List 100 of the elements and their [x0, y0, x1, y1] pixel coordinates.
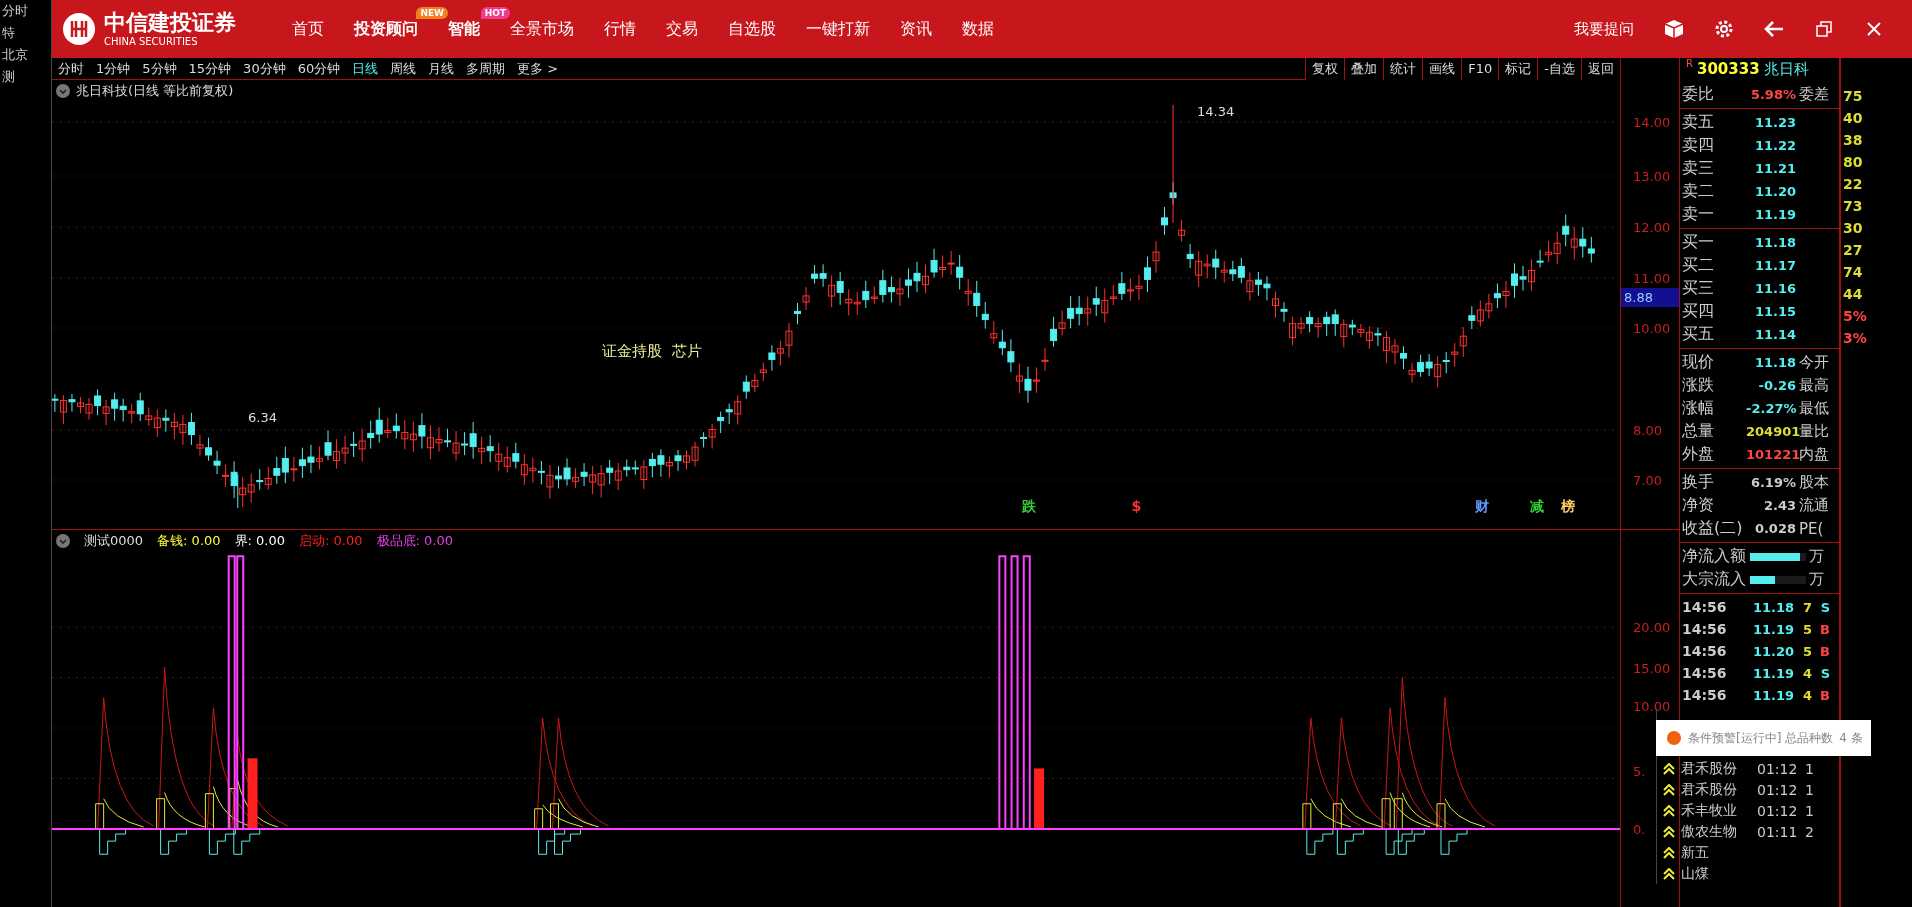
concept-label: 证金持股 — [602, 342, 662, 361]
collapse-icon[interactable] — [56, 84, 70, 98]
nav-link[interactable]: 首页 — [292, 18, 324, 40]
quote-label: 流通 — [1798, 496, 1830, 515]
quote-label: 股本 — [1798, 473, 1830, 492]
flow-label: 净流入额 — [1681, 546, 1747, 567]
order-level-label: 买五 — [1681, 324, 1715, 345]
indicator-name: 测试0000 — [84, 532, 144, 550]
flow-label: 大宗流入 — [1681, 569, 1747, 590]
order-level-label: 卖二 — [1681, 181, 1715, 202]
alert-count-value: 1 — [1805, 802, 1815, 819]
trade-time: 14:56 — [1681, 599, 1728, 615]
trade-side: B — [1819, 643, 1830, 659]
alert-row[interactable]: 傲农生物 01:11 2 — [1657, 821, 1839, 842]
toolbar-button[interactable]: 统计 — [1383, 57, 1423, 80]
background-number: 27 — [1843, 242, 1864, 258]
toolbar-button[interactable]: -自选 — [1537, 57, 1581, 80]
quote-label: 委差 — [1798, 84, 1830, 104]
period-tab[interactable]: 60分钟 — [291, 59, 347, 78]
order-level-label: 卖四 — [1681, 135, 1715, 156]
period-tab[interactable]: 日线 — [346, 59, 385, 78]
order-level-label: 买二 — [1681, 255, 1715, 276]
quote-label: 量比 — [1799, 422, 1830, 441]
chart-title: 兆日科技(日线 等比前复权) — [76, 82, 234, 100]
indicator-legend-value: 备钱: 0.00 — [157, 532, 221, 550]
order-price: 11.19 — [1753, 207, 1796, 222]
quote-label: 收益(二) — [1681, 518, 1744, 539]
flag-label: R — [1686, 58, 1693, 69]
trade-price: 11.18 — [1751, 599, 1794, 615]
indicator-axis-label: 15.00 — [1633, 660, 1671, 676]
alert-title: 条件预警[运行中] 总品种数 — [1688, 729, 1834, 747]
quote-label: 净资 — [1681, 495, 1715, 516]
alert-stock-name: 傲农生物 — [1681, 822, 1738, 841]
price-axis-label: 14.00 — [1633, 114, 1671, 130]
alert-bar[interactable]: 条件预警[运行中] 总品种数 4 条 — [1656, 720, 1871, 756]
order-level-label: 买一 — [1681, 232, 1715, 253]
period-tab[interactable]: 30分钟 — [237, 59, 292, 78]
alert-row[interactable]: 君禾股份 01:12 1 — [1657, 758, 1839, 779]
indicator-axis-label: 10.00 — [1633, 698, 1671, 714]
background-number: 74 — [1843, 264, 1864, 280]
quote-label: PE( — [1798, 519, 1825, 538]
trade-time: 14:56 — [1681, 665, 1728, 681]
trade-volume: 7 — [1801, 599, 1812, 615]
price-axis-label: 8.00 — [1633, 422, 1662, 438]
background-number: 44 — [1843, 286, 1864, 302]
toolbar-button[interactable]: 画线 — [1422, 57, 1462, 80]
alert-row[interactable]: 君禾股份 01:12 1 — [1657, 779, 1839, 800]
period-tab[interactable]: 15分钟 — [182, 59, 238, 78]
toolbar-button[interactable]: 返回 — [1581, 57, 1620, 80]
quote-label: 委比 — [1681, 83, 1715, 105]
period-tab[interactable]: 多周期 — [460, 59, 512, 78]
nav-link[interactable]: 交易 — [666, 18, 698, 40]
event-mark: 财 — [1475, 498, 1490, 516]
trade-volume: 4 — [1801, 665, 1812, 681]
period-tab[interactable]: 更多 > — [511, 59, 565, 78]
trade-side: B — [1819, 621, 1830, 637]
alert-time: 01:12 — [1757, 760, 1799, 777]
logo-subtitle: CHINA SECURITIES — [104, 35, 199, 47]
nav-link[interactable]: 智能 — [448, 18, 480, 40]
period-tab[interactable]: 周线 — [384, 59, 423, 78]
nav-link[interactable]: 资讯 — [900, 18, 932, 40]
toolbar-button[interactable]: F10 — [1461, 57, 1499, 80]
ask-link[interactable]: 我要提问 — [1574, 19, 1634, 39]
period-tab[interactable]: 月线 — [422, 59, 461, 78]
quote-value: -2.27% — [1746, 401, 1796, 416]
toolbar-button[interactable]: 复权 — [1305, 57, 1345, 80]
current-price-tag: 8.88 — [1621, 288, 1679, 307]
toolbar-button[interactable]: 标记 — [1498, 57, 1538, 80]
nav-link[interactable]: 全景市场 — [510, 18, 574, 40]
cube-icon[interactable] — [1662, 17, 1686, 41]
alert-count-value: 1 — [1805, 781, 1815, 798]
trade-volume: 4 — [1801, 687, 1812, 703]
trade-price: 11.19 — [1751, 687, 1794, 703]
nav-link[interactable]: 一键打新 — [806, 18, 870, 40]
event-mark: 榜 — [1560, 498, 1575, 516]
period-tab[interactable]: 5分钟 — [136, 59, 183, 78]
order-price: 11.21 — [1753, 161, 1796, 176]
alert-row[interactable]: 山煤 — [1657, 863, 1839, 884]
nav-link[interactable]: 行情 — [604, 18, 636, 40]
nav-link[interactable]: 数据 — [962, 18, 994, 40]
trade-side: S — [1819, 599, 1830, 615]
price-axis-label: 10.00 — [1633, 320, 1671, 336]
quote-label: 总量 — [1681, 421, 1715, 442]
logo-icon — [62, 12, 96, 46]
collapse-icon[interactable] — [56, 534, 70, 548]
alert-row[interactable]: 禾丰牧业 01:12 1 — [1657, 800, 1839, 821]
quote-label: 今开 — [1798, 353, 1830, 372]
order-price: 11.20 — [1753, 184, 1796, 199]
alert-count-value: 2 — [1805, 823, 1815, 840]
status-dot-icon — [1666, 730, 1682, 746]
trade-price: 11.19 — [1751, 621, 1794, 637]
period-tab[interactable]: 分时 — [52, 59, 90, 78]
quote-label: 最低 — [1798, 399, 1830, 418]
period-tab[interactable]: 1分钟 — [90, 59, 137, 78]
order-price: 11.22 — [1753, 138, 1796, 153]
nav-link[interactable]: 自选股 — [728, 18, 776, 40]
toolbar-button[interactable]: 叠加 — [1344, 57, 1384, 80]
alert-row[interactable]: 新五 — [1657, 842, 1839, 863]
nav-link[interactable]: 投资顾问 — [354, 18, 418, 40]
background-number: 73 — [1843, 198, 1864, 214]
